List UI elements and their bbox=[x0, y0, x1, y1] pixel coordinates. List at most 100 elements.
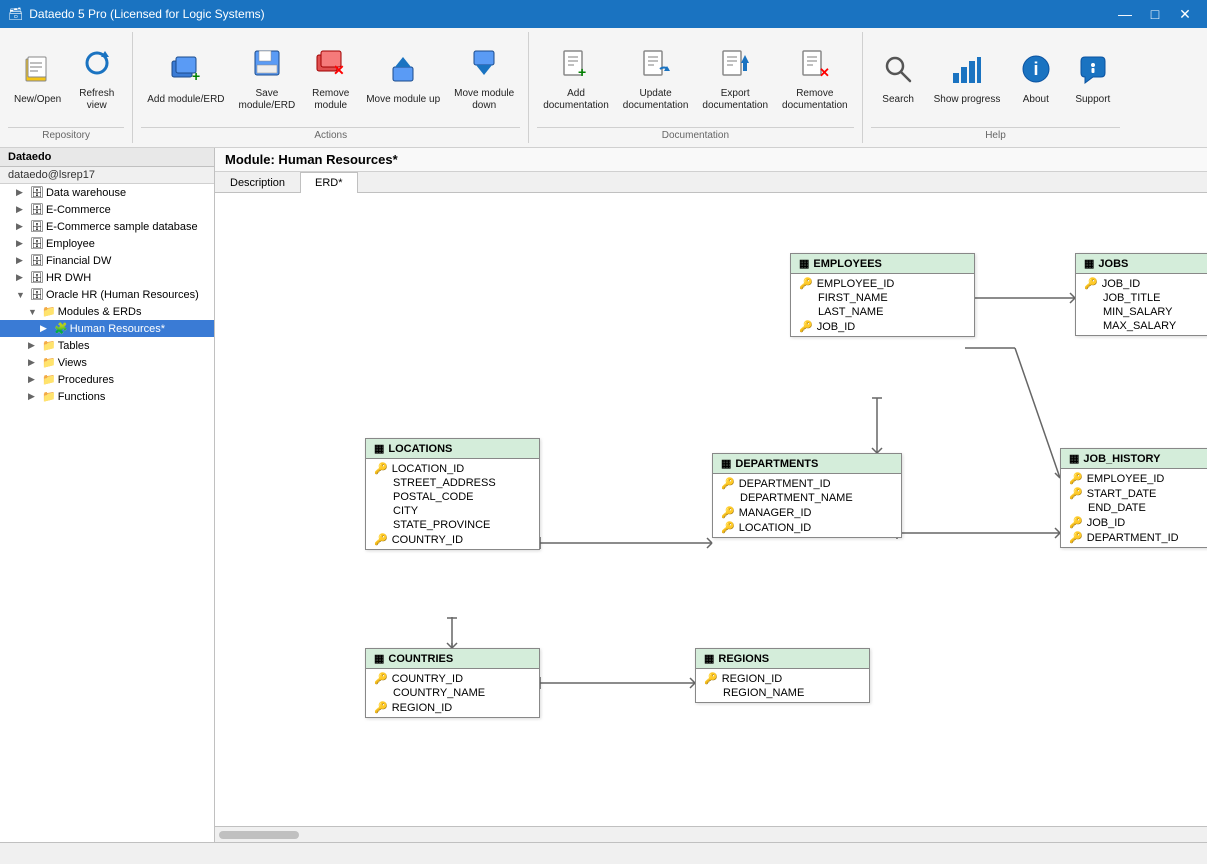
expand-arrow: ▼ bbox=[28, 307, 40, 317]
erd-canvas[interactable]: ▦ EMPLOYEES 🔑 EMPLOYEE_ID FIRST_NAME LAS… bbox=[215, 193, 1207, 826]
expand-arrow: ▶ bbox=[40, 323, 52, 334]
sidebar-item-employee[interactable]: ▶ 🗄 Employee bbox=[0, 235, 214, 252]
field-employee-id: 🔑 EMPLOYEE_ID bbox=[791, 276, 974, 291]
table-icon: ▦ bbox=[721, 457, 731, 470]
toolbar-group-help: Search Show progress i bbox=[863, 32, 1129, 143]
minimize-button[interactable]: — bbox=[1111, 0, 1139, 28]
erd-table-job-history[interactable]: ▦ JOB_HISTORY 🔑 EMPLOYEE_ID 🔑 START_DATE… bbox=[1060, 448, 1207, 548]
horizontal-scrollbar[interactable] bbox=[215, 826, 1207, 842]
field-name: MIN_SALARY bbox=[1103, 306, 1173, 318]
field-name: JOB_ID bbox=[1087, 517, 1126, 529]
about-button[interactable]: i About bbox=[1008, 40, 1063, 120]
db-icon: 🗄 bbox=[30, 237, 44, 250]
new-open-button[interactable]: New/Open bbox=[8, 40, 67, 120]
move-module-up-label: Move module up bbox=[366, 94, 440, 106]
field-name: MANAGER_ID bbox=[739, 507, 812, 519]
countries-header: ▦ COUNTRIES bbox=[366, 649, 539, 669]
field-name: LOCATION_ID bbox=[739, 522, 812, 534]
search-button[interactable]: Search bbox=[871, 40, 926, 120]
folder-icon: 📁 bbox=[42, 390, 56, 403]
tab-erd[interactable]: ERD* bbox=[300, 172, 358, 193]
expand-arrow: ▼ bbox=[16, 290, 28, 300]
table-icon: ▦ bbox=[374, 442, 384, 455]
expand-arrow: ▶ bbox=[28, 340, 40, 351]
countries-body: 🔑 COUNTRY_ID COUNTRY_NAME 🔑 REGION_ID bbox=[366, 669, 539, 717]
sidebar-item-oracle-hr[interactable]: ▼ 🗄 Oracle HR (Human Resources) bbox=[0, 286, 214, 303]
erd-table-departments[interactable]: ▦ DEPARTMENTS 🔑 DEPARTMENT_ID DEPARTMENT… bbox=[712, 453, 902, 538]
fk-icon: 🔑 bbox=[799, 320, 813, 333]
move-module-down-button[interactable]: Move moduledown bbox=[448, 40, 520, 120]
add-documentation-button[interactable]: + Adddocumentation bbox=[537, 40, 615, 120]
app-icon: 🗃 bbox=[8, 7, 23, 21]
documentation-group-label: Documentation bbox=[537, 127, 853, 143]
field-department-id: 🔑 DEPARTMENT_ID bbox=[1061, 530, 1207, 545]
sidebar-item-financial-dw[interactable]: ▶ 🗄 Financial DW bbox=[0, 252, 214, 269]
sidebar-item-functions[interactable]: ▶ 📁 Functions bbox=[0, 388, 214, 405]
locations-header: ▦ LOCATIONS bbox=[366, 439, 539, 459]
sidebar-item-data-warehouse[interactable]: ▶ 🗄 Data warehouse bbox=[0, 184, 214, 201]
field-name: FIRST_NAME bbox=[818, 292, 888, 304]
field-name: COUNTRY_ID bbox=[392, 673, 463, 685]
field-state-province: STATE_PROVINCE bbox=[366, 518, 539, 532]
field-job-title: JOB_TITLE bbox=[1076, 291, 1207, 305]
field-name: DEPARTMENT_ID bbox=[1087, 532, 1179, 544]
field-name: END_DATE bbox=[1088, 502, 1146, 514]
field-name: LOCATION_ID bbox=[392, 463, 465, 475]
sidebar-item-label: E-Commerce sample database bbox=[46, 221, 198, 233]
sidebar-item-hr-dwh[interactable]: ▶ 🗄 HR DWH bbox=[0, 269, 214, 286]
svg-text:i: i bbox=[1033, 59, 1038, 79]
remove-documentation-label: Removedocumentation bbox=[782, 88, 848, 112]
maximize-button[interactable]: □ bbox=[1141, 0, 1169, 28]
fk-icon: 🔑 bbox=[721, 521, 735, 534]
table-name: LOCATIONS bbox=[388, 443, 452, 455]
field-name: CITY bbox=[393, 505, 418, 517]
table-icon: ▦ bbox=[1084, 257, 1094, 270]
move-module-up-button[interactable]: Move module up bbox=[360, 40, 446, 120]
tab-description[interactable]: Description bbox=[215, 172, 300, 193]
field-name: COUNTRY_ID bbox=[392, 534, 463, 546]
add-module-erd-label: Add module/ERD bbox=[147, 94, 224, 106]
table-icon: ▦ bbox=[374, 652, 384, 665]
sidebar-item-e-commerce[interactable]: ▶ 🗄 E-Commerce bbox=[0, 201, 214, 218]
expand-arrow: ▶ bbox=[16, 238, 28, 249]
sidebar-header: Dataedo bbox=[0, 148, 214, 167]
erd-table-jobs[interactable]: ▦ JOBS 🔑 JOB_ID JOB_TITLE MIN_SALARY bbox=[1075, 253, 1207, 336]
erd-table-locations[interactable]: ▦ LOCATIONS 🔑 LOCATION_ID STREET_ADDRESS… bbox=[365, 438, 540, 550]
scrollbar-thumb[interactable] bbox=[219, 831, 299, 839]
sidebar-item-label: Financial DW bbox=[46, 255, 111, 267]
sidebar-item-human-resources[interactable]: ▶ 🧩 Human Resources* bbox=[0, 320, 214, 337]
sidebar-item-tables[interactable]: ▶ 📁 Tables bbox=[0, 337, 214, 354]
support-button[interactable]: Support bbox=[1065, 40, 1120, 120]
add-documentation-label: Adddocumentation bbox=[543, 88, 609, 112]
field-name: STREET_ADDRESS bbox=[393, 477, 496, 489]
statusbar bbox=[0, 842, 1207, 864]
update-documentation-button[interactable]: Updatedocumentation bbox=[617, 40, 695, 120]
sidebar-item-views[interactable]: ▶ 📁 Views bbox=[0, 354, 214, 371]
sidebar-item-modules-erds[interactable]: ▼ 📁 Modules & ERDs bbox=[0, 303, 214, 320]
save-module-erd-button[interactable]: Savemodule/ERD bbox=[233, 40, 302, 120]
refresh-view-button[interactable]: Refreshview bbox=[69, 40, 124, 120]
remove-documentation-button[interactable]: ✕ Removedocumentation bbox=[776, 40, 854, 120]
field-name: REGION_NAME bbox=[723, 687, 804, 699]
erd-table-regions[interactable]: ▦ REGIONS 🔑 REGION_ID REGION_NAME bbox=[695, 648, 870, 703]
add-module-erd-button[interactable]: + Add module/ERD bbox=[141, 40, 230, 120]
erd-table-employees[interactable]: ▦ EMPLOYEES 🔑 EMPLOYEE_ID FIRST_NAME LAS… bbox=[790, 253, 975, 337]
erd-table-countries[interactable]: ▦ COUNTRIES 🔑 COUNTRY_ID COUNTRY_NAME 🔑 … bbox=[365, 648, 540, 718]
remove-module-icon: ✕ bbox=[315, 47, 347, 84]
sidebar-item-label: HR DWH bbox=[46, 272, 91, 284]
show-progress-button[interactable]: Show progress bbox=[928, 40, 1007, 120]
key-icon: 🔑 bbox=[374, 462, 388, 475]
field-job-id: 🔑 JOB_ID bbox=[1061, 515, 1207, 530]
export-documentation-button[interactable]: Exportdocumentation bbox=[696, 40, 774, 120]
support-icon bbox=[1077, 53, 1109, 90]
fk-icon: 🔑 bbox=[374, 533, 388, 546]
remove-module-button[interactable]: ✕ Removemodule bbox=[303, 40, 358, 120]
close-button[interactable]: ✕ bbox=[1171, 0, 1199, 28]
fk-icon: 🔑 bbox=[1069, 516, 1083, 529]
sidebar-item-procedures[interactable]: ▶ 📁 Procedures bbox=[0, 371, 214, 388]
tab-bar: Description ERD* bbox=[215, 172, 1207, 193]
update-documentation-icon bbox=[640, 47, 672, 84]
about-icon: i bbox=[1020, 53, 1052, 90]
new-open-icon bbox=[22, 53, 54, 90]
sidebar-item-e-commerce-sample[interactable]: ▶ 🗄 E-Commerce sample database bbox=[0, 218, 214, 235]
